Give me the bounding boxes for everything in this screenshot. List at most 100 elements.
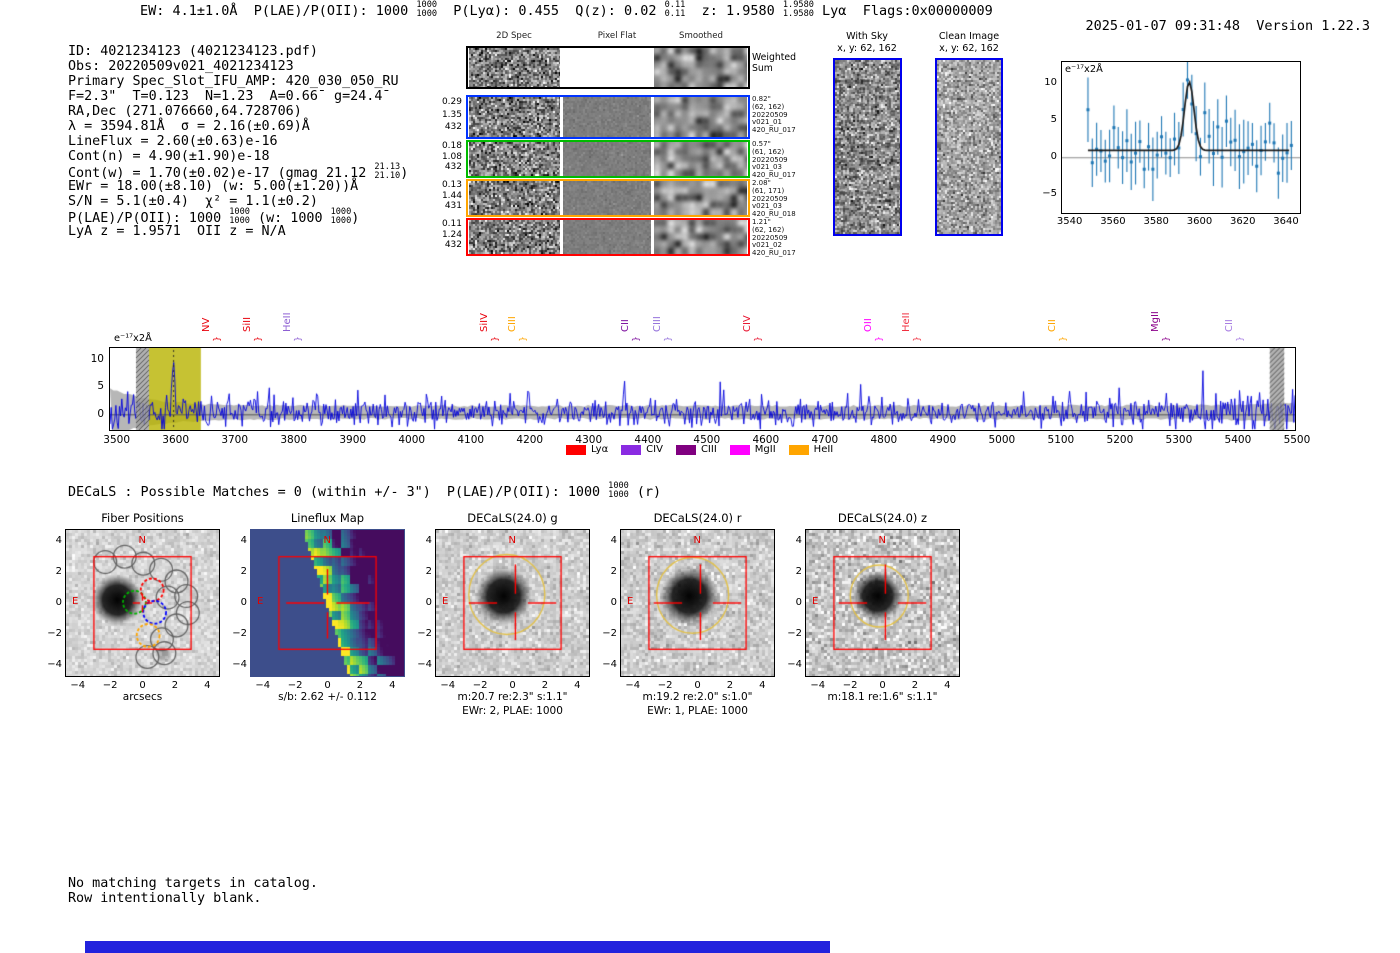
cutout-row-left-values: 0.18 1.08 432: [438, 141, 462, 173]
panel-ytick: 0: [425, 597, 432, 608]
legend-label: MgII: [754, 444, 776, 455]
cutout-smoothed-image: [654, 181, 747, 215]
legend-label: CIII: [700, 444, 717, 455]
cutout-row-left-values: 0.13 1.44 431: [438, 180, 462, 212]
cutout-2dspec-image: [469, 220, 560, 254]
cutout-row-right-info: 1.21" (62, 162) 20220509 v021_02 420_RU_017: [752, 218, 802, 258]
panel-title-g: DECaLS(24.0) g: [467, 511, 558, 525]
footer-line: No matching targets in catalog.: [68, 876, 318, 891]
fit-plot-xtick: 3600: [1186, 216, 1213, 227]
fraction-part: 21.10: [374, 170, 401, 181]
spectrum-xtick: 5200: [1106, 434, 1134, 446]
cutout-right-line: Weighted: [752, 52, 797, 63]
cutout-right-line: Sum: [752, 63, 773, 74]
cutout-2dspec-image: [469, 181, 560, 215]
cutout-left-value: 1.08: [441, 151, 462, 162]
info-line: Obs: 20220509v021_4021234123: [68, 59, 408, 74]
panel-image-z: [806, 530, 959, 676]
info-line: RA,Dec (271.076660,64.728706): [68, 104, 408, 119]
cutout-pixelflat-image: [563, 97, 651, 137]
info-line: Cont(n) = 4.90(±1.90)e-18: [68, 149, 408, 164]
cutout-left-value: 1.35: [441, 109, 462, 120]
text-segment: F=2.3" T=0.12̄3 N=1.2̄3 A=0.66̄ g=24.4̄: [68, 89, 383, 104]
clean-image-title-block: Clean Image x, y: 62, 162: [926, 31, 1012, 54]
legend-swatch: [675, 444, 696, 455]
legend-label: HeII: [813, 444, 834, 455]
spectrum-xtick: 5500: [1283, 434, 1311, 446]
panel-xtick: −2: [657, 680, 673, 691]
header-datetime-version: 2025-01-07 09:31:48 Version 1.22.3: [1053, 2, 1371, 50]
cutout-smoothed-image: [654, 220, 747, 254]
cutout-left-value: 0.29: [441, 97, 462, 107]
cutout-left-value: 432: [444, 240, 462, 251]
legend-swatch: [621, 444, 642, 455]
panel-ytick: 4: [795, 535, 802, 547]
cutout-col-header-pixelflat: Pixel Flat: [597, 31, 637, 41]
legend-item-civ: CIV: [621, 444, 663, 455]
panel-compass-east: E: [812, 596, 819, 607]
panel-xtick: −4: [440, 680, 456, 691]
panel-compass-north: N: [508, 535, 516, 546]
cutout-row-right-info: 0.82" (62, 162) 20220509 v021_01 420_RU_017: [752, 95, 802, 135]
panel-xtick: 2: [541, 680, 549, 691]
emission-line-label-ciii: CIII: [506, 316, 518, 332]
panel-ytick: −2: [232, 627, 247, 639]
text-segment: Obs: 20220509v021_4021234123: [68, 59, 294, 74]
panel-ytick: 4: [240, 535, 247, 547]
legend-item-ciii: CIII: [675, 444, 717, 455]
info-line: F=2.3" T=0.12̄3 N=1.2̄3 A=0.66̄ g=24.4̄: [68, 89, 408, 104]
panel-ytick: 4: [610, 535, 617, 547]
with-sky-coords: x, y: 62, 162: [837, 42, 897, 54]
emission-line-brace: {: [872, 336, 883, 342]
text-segment: Lyα Flags:0x00000009: [813, 2, 993, 19]
panel-ytick: 4: [425, 535, 432, 547]
panel-xtick: 4: [759, 680, 766, 691]
cutout-left-value: 431: [444, 201, 462, 212]
info-line: Cont(w) = 1.70(±0.02)e-17 (gmag 21.12 21…: [68, 163, 408, 181]
cutout-smoothed-image: [654, 142, 747, 176]
panel-ytick: −2: [417, 627, 432, 639]
fraction-part: 0.11: [664, 8, 686, 19]
emission-line-label-heii: HeII: [281, 312, 293, 332]
spectrum-ytick: 0: [97, 407, 104, 420]
panel-ytick: 0: [240, 597, 247, 608]
emission-line-label-cii: CII: [1047, 319, 1059, 332]
elixer-report-page: EW: 4.1±1.0Å P(LAE)/P(OII): 1000 1000 100…: [0, 0, 1400, 953]
panel-image-r: [621, 530, 774, 676]
info-line: LineFlux = 2.60(±0.63)e-16: [68, 134, 408, 149]
fit-plot-xtick: 3620: [1230, 216, 1256, 227]
panel-xtick: −2: [102, 680, 118, 691]
cutout-left-value: 0.18: [441, 141, 462, 151]
emission-line-brace: {: [751, 336, 762, 342]
panel-xtick: −4: [255, 680, 271, 691]
panel-ytick: 0: [795, 597, 802, 608]
text-segment: P(Lyα): 0.455 Q(z): 0.02: [437, 2, 665, 19]
fit-plot-ytick: 5: [1050, 113, 1057, 125]
panel-caption: m:19.2 re:2.0" s:1.0": [642, 691, 753, 703]
panel-ytick: −2: [47, 627, 62, 639]
emission-line-brace: {: [910, 336, 921, 342]
panel-ytick: 2: [425, 566, 432, 578]
panel-image-g: [436, 530, 589, 676]
fit-plot-xtick: 3640: [1273, 216, 1299, 227]
emission-line-label-oii: OII: [862, 318, 874, 332]
panel-compass-east: E: [257, 596, 264, 607]
panel-ytick: 2: [610, 566, 617, 578]
panel-ytick: 4: [55, 535, 62, 547]
panel-xtick: 0: [139, 680, 146, 691]
panel-ytick: −4: [602, 658, 617, 670]
legend-item-heii: HeII: [788, 444, 834, 455]
panel-ytick: 2: [240, 566, 247, 578]
spectrum-xtick: 5400: [1224, 434, 1252, 446]
panel-xtick: −4: [70, 680, 86, 691]
fit-plot-ylabel: e⁻¹⁷x2Å: [1065, 64, 1103, 75]
text-segment: ID: 4021234123 (4021234123.pdf): [68, 44, 318, 59]
spectrum-xtick: 3600: [162, 434, 190, 446]
panel-xtick: 2: [726, 680, 734, 691]
panel-xtick: −2: [472, 680, 488, 691]
fit-plot-xtick: 3580: [1143, 216, 1169, 227]
panel-xtick: 2: [356, 680, 364, 691]
panel-compass-north: N: [878, 535, 886, 546]
emission-line-label-cii: CII: [619, 319, 631, 332]
fit-plot-ytick: 10: [1044, 77, 1057, 89]
